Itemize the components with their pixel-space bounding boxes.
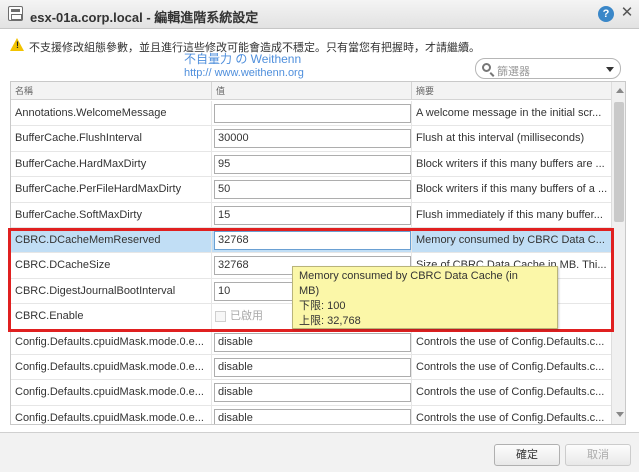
watermark-line2: http:// www.weithenn.org (184, 67, 304, 79)
host-icon (8, 6, 23, 21)
tooltip-max: 上限: 32,768 (299, 315, 361, 327)
table-row[interactable]: Config.Defaults.cpuidMask.mode.0.e... di… (11, 354, 611, 381)
row-summary: Block writers if this many buffers of a … (416, 183, 608, 196)
row-summary: Controls the use of Config.Defaults.c... (416, 335, 605, 348)
tooltip-line2: MB) (299, 285, 320, 297)
value-input[interactable]: 15 (214, 205, 411, 225)
row-summary: Flush immediately if this many buffer... (416, 208, 603, 221)
filter-placeholder: 篩選器 (497, 66, 530, 78)
scroll-up-icon[interactable] (616, 88, 624, 93)
help-icon[interactable]: ? (598, 6, 614, 22)
tooltip-min: 下限: 100 (299, 300, 346, 312)
warning-icon: ! (10, 38, 24, 51)
table-row[interactable]: Config.Defaults.cpuidMask.mode.0.e... di… (11, 329, 611, 355)
row-summary: Controls the use of Config.Defaults.c... (416, 386, 605, 399)
row-summary: Flush at this interval (milliseconds) (416, 132, 585, 145)
watermark: 不自量力 の Weithenn http:// www.weithenn.org (184, 52, 304, 80)
value-input[interactable]: 95 (214, 154, 411, 174)
row-name: Annotations.WelcomeMessage (11, 101, 212, 126)
row-value-cell: 30000 (212, 126, 412, 152)
scroll-down-icon[interactable] (616, 412, 624, 417)
dialog-footer: 確定 取消 (0, 432, 639, 472)
row-summary: Controls the use of Config.Defaults.c... (416, 360, 605, 373)
close-icon[interactable]: ✕ (620, 5, 634, 21)
table-row[interactable]: Annotations.WelcomeMessage A welcome mes… (11, 101, 611, 127)
row-value-cell (212, 101, 412, 126)
row-name: Config.Defaults.cpuidMask.mode.0.e... (11, 329, 212, 355)
row-summary: Block writers if this many buffers are .… (416, 157, 605, 170)
window-title: esx-01a.corp.local - 編輯進階系統設定 (30, 10, 259, 25)
value-input[interactable]: disable (214, 357, 411, 377)
row-value-cell: 50 (212, 177, 412, 203)
row-value-cell: disable (212, 380, 412, 406)
table-row[interactable]: Config.Defaults.cpuidMask.mode.0.e... di… (11, 380, 611, 406)
table-row[interactable]: BufferCache.SoftMaxDirty 15 Flush immedi… (11, 202, 611, 228)
header-value[interactable]: 值 (212, 82, 412, 100)
row-value-cell: 15 (212, 202, 412, 228)
chevron-down-icon[interactable] (606, 67, 614, 72)
row-value-cell: disable (212, 354, 412, 380)
row-value-cell: disable (212, 329, 412, 355)
row-name: Config.Defaults.cpuidMask.mode.0.e... (11, 405, 212, 424)
row-value-cell: 95 (212, 151, 412, 177)
value-input[interactable]: disable (214, 332, 411, 352)
ok-button[interactable]: 確定 (494, 444, 560, 466)
watermark-line1: 不自量力 の Weithenn (184, 52, 302, 66)
filter-input[interactable]: 篩選器 (475, 58, 621, 79)
header-name[interactable]: 名稱 (11, 82, 212, 100)
row-value-cell: disable (212, 405, 412, 424)
value-input[interactable]: disable (214, 408, 411, 424)
value-input[interactable]: 50 (214, 180, 411, 200)
table-row[interactable]: BufferCache.PerFileHardMaxDirty 50 Block… (11, 177, 611, 203)
table-row[interactable]: BufferCache.FlushInterval 30000 Flush at… (11, 126, 611, 152)
row-name: BufferCache.PerFileHardMaxDirty (11, 177, 212, 203)
value-input[interactable] (214, 104, 411, 123)
value-input[interactable]: 30000 (214, 129, 411, 149)
header-summary[interactable]: 摘要 (412, 82, 611, 100)
table-row[interactable]: Config.Defaults.cpuidMask.mode.0.e... di… (11, 405, 611, 424)
row-name: BufferCache.FlushInterval (11, 126, 212, 152)
table-header: 名稱 值 摘要 (11, 82, 611, 100)
row-name: BufferCache.HardMaxDirty (11, 151, 212, 177)
value-input[interactable]: disable (214, 383, 411, 403)
table-row[interactable]: BufferCache.HardMaxDirty 95 Block writer… (11, 151, 611, 178)
tooltip-line1: Memory consumed by CBRC Data Cache (in (299, 270, 518, 282)
scroll-thumb[interactable] (614, 102, 624, 222)
row-summary: Controls the use of Config.Defaults.c... (416, 411, 605, 424)
cancel-button[interactable]: 取消 (565, 444, 631, 466)
search-icon (482, 63, 491, 72)
row-name: BufferCache.SoftMaxDirty (11, 202, 212, 228)
row-summary: A welcome message in the initial scr... (416, 107, 602, 119)
row-name: Config.Defaults.cpuidMask.mode.0.e... (11, 380, 212, 406)
row-name: Config.Defaults.cpuidMask.mode.0.e... (11, 354, 212, 380)
value-tooltip: Memory consumed by CBRC Data Cache (in M… (292, 266, 558, 329)
title-bar: esx-01a.corp.local - 編輯進階系統設定 ? ✕ (0, 0, 639, 29)
